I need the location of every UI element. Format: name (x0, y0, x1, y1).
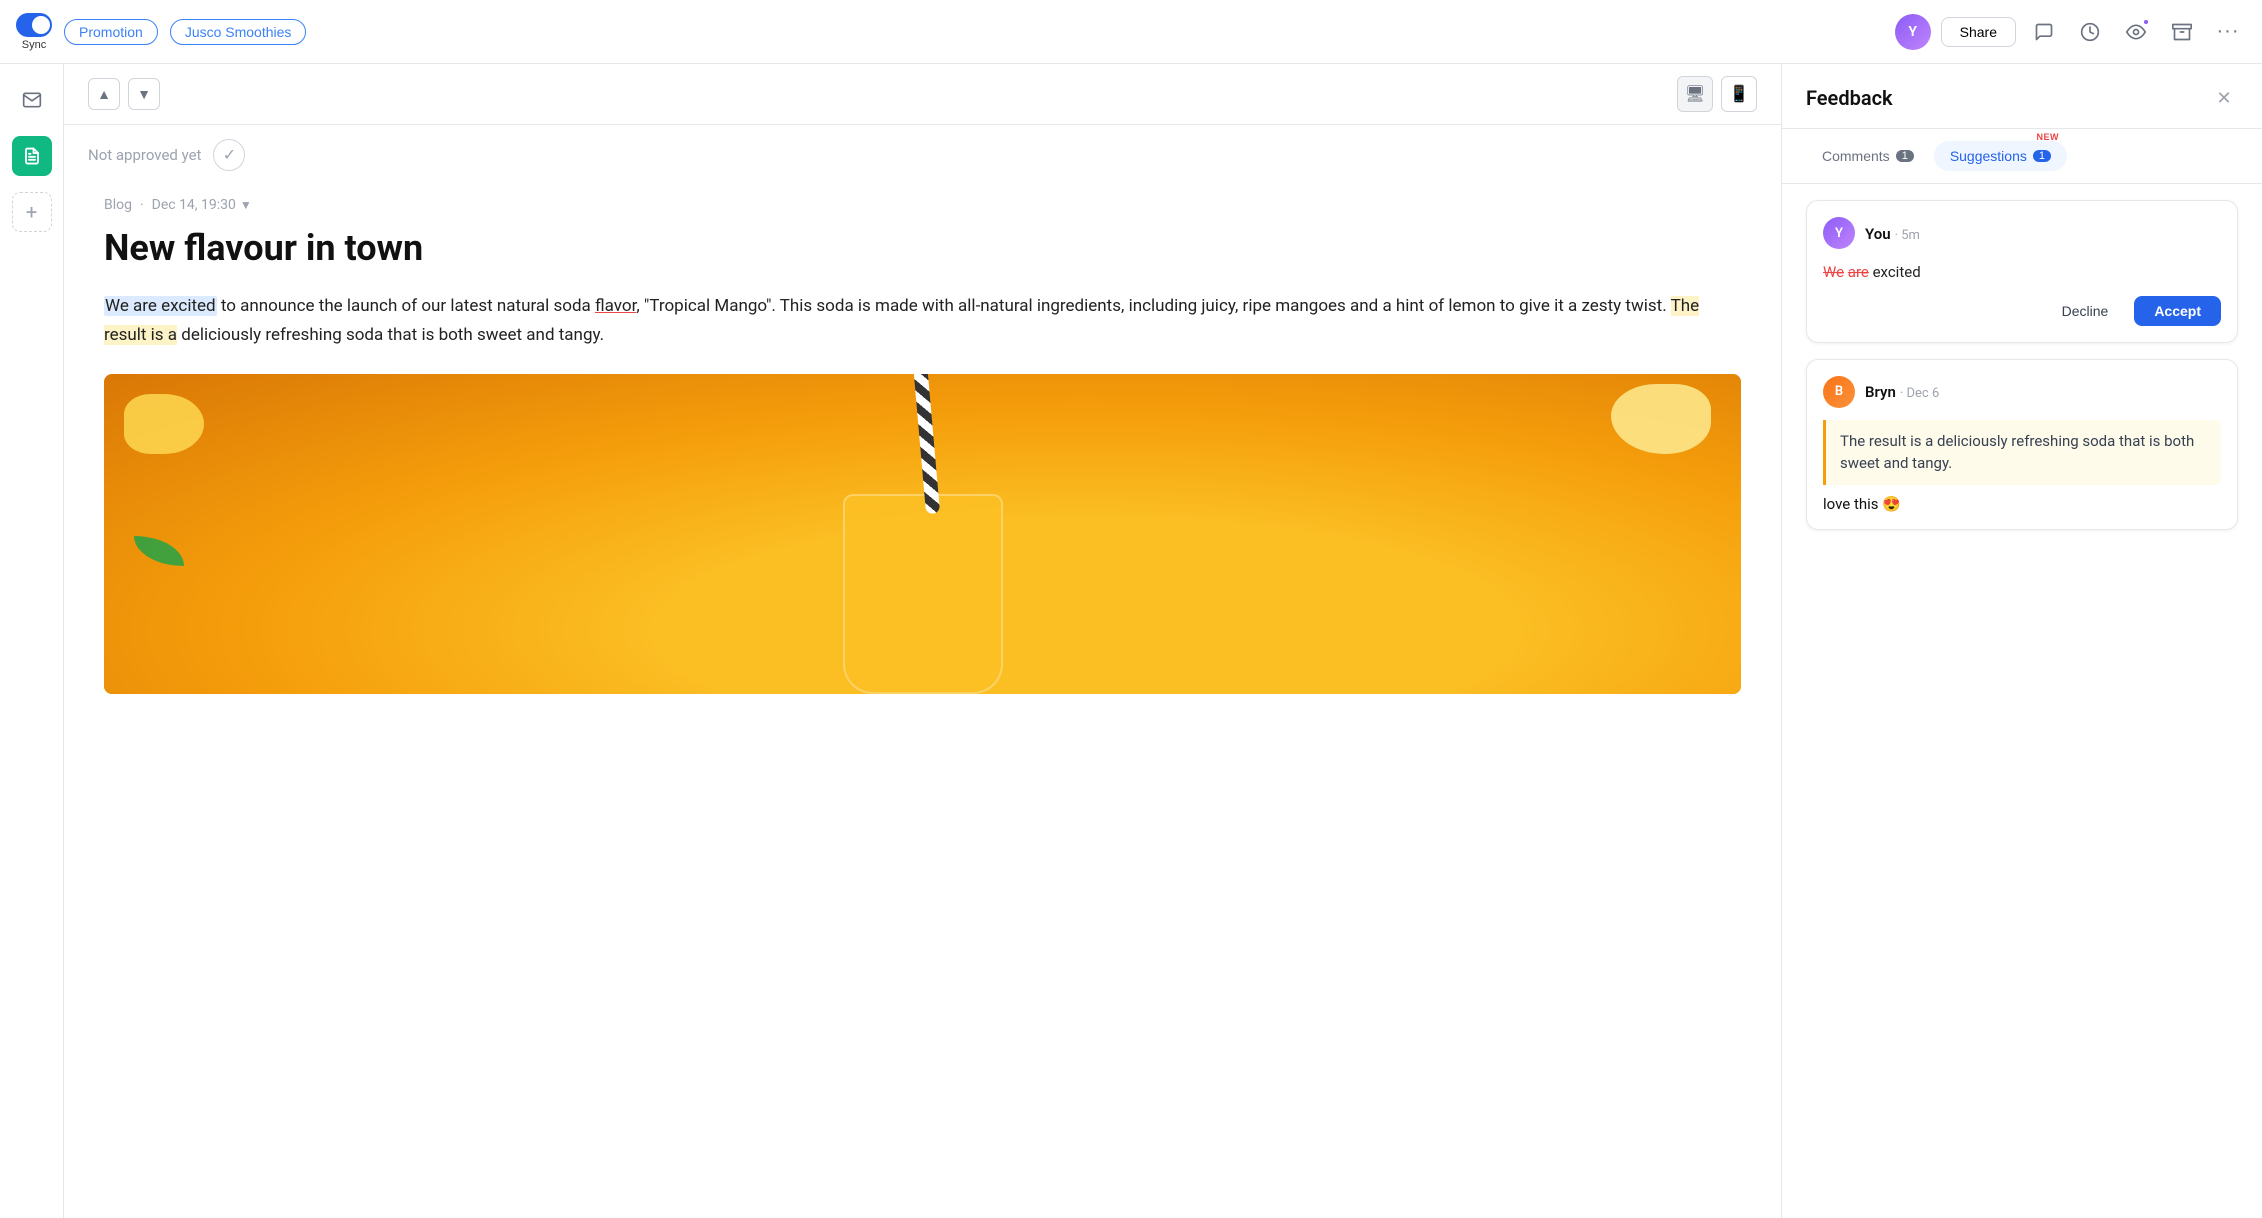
clock-icon-button[interactable] (2072, 14, 2108, 50)
tab-comments[interactable]: Comments 1 (1806, 141, 1930, 171)
sync-button[interactable]: Sync (16, 13, 52, 51)
inbox-icon-button[interactable] (2164, 14, 2200, 50)
chevron-up-icon: ▲ (97, 86, 111, 102)
sidebar-mail-icon[interactable] (12, 80, 52, 120)
comment-body: love this 😍 (1823, 495, 2221, 513)
sidebar: + (0, 64, 64, 1218)
suggestion-text: We are excited (1823, 261, 2221, 284)
panel-tabs: Comments 1 Suggestions 1 NEW (1782, 129, 2262, 184)
ellipsis-icon: ··· (2217, 20, 2240, 43)
approval-check-button[interactable]: ✓ (213, 139, 245, 171)
suggestions-tab-wrapper: Suggestions 1 NEW (1950, 148, 2051, 164)
topbar: Sync Promotion Jusco Smoothies Y Share ·… (0, 0, 2262, 64)
panel-header: Feedback ✕ (1782, 64, 2262, 129)
underlined-word: flavor (595, 296, 636, 316)
toolbar-left: ▲ ▼ (88, 78, 160, 110)
doc-type: Blog (104, 197, 132, 213)
accept-button[interactable]: Accept (2134, 296, 2221, 326)
topbar-right: Y Share ··· (1895, 14, 2246, 50)
sync-label: Sync (22, 39, 46, 51)
promotion-tag[interactable]: Promotion (64, 19, 158, 45)
share-button[interactable]: Share (1941, 17, 2016, 47)
comment-header: B Bryn · Dec 6 (1823, 376, 2221, 408)
comments-badge: 1 (1896, 150, 1914, 162)
tab-suggestions-label: Suggestions (1950, 148, 2027, 164)
notification-badge (2142, 18, 2150, 26)
chevron-down-icon: ▼ (137, 86, 151, 102)
doc-body: We are excited to announce the launch of… (104, 292, 1741, 694)
highlighted-sentence: The result is a (104, 296, 1699, 345)
mobile-icon: 📱 (1729, 84, 1749, 104)
nav-down-button[interactable]: ▼ (128, 78, 160, 110)
sidebar-add-button[interactable]: + (12, 192, 52, 232)
chat-icon-button[interactable] (2026, 14, 2062, 50)
doc-title: New flavour in town (104, 225, 1741, 272)
nav-up-button[interactable]: ▲ (88, 78, 120, 110)
highlighted-text: We are excited (104, 296, 217, 316)
doc-dropdown-icon: ▼ (240, 198, 252, 212)
suggestion-header: Y You · 5m (1823, 217, 2221, 249)
suggestion-avatar: Y (1823, 217, 1855, 249)
doc-date-dropdown[interactable]: Dec 14, 19:30 ▼ (152, 197, 252, 213)
suggestion-strikethrough2: are (1848, 263, 1869, 281)
side-panel: Feedback ✕ Comments 1 Suggestions 1 NEW … (1782, 64, 2262, 1218)
suggestion-card: Y You · 5m We are excited Decline Accept (1806, 200, 2238, 343)
tab-comments-label: Comments (1822, 148, 1890, 164)
panel-title: Feedback (1806, 86, 1893, 110)
editor-toolbar: ▲ ▼ 🖥 📱 (64, 64, 1781, 125)
comment-time: · Dec 6 (1900, 386, 1939, 401)
suggestion-strikethrough: We (1823, 263, 1844, 281)
sync-toggle-icon (16, 13, 52, 37)
check-icon: ✓ (223, 145, 236, 165)
comment-card: B Bryn · Dec 6 The result is a delicious… (1806, 359, 2238, 530)
document-wrapper: Blog · Dec 14, 19:30 ▼ New flavour in to… (64, 185, 1781, 1218)
doc-date: Dec 14, 19:30 (152, 197, 236, 213)
suggestions-badge: 1 (2033, 150, 2051, 162)
suggestion-actions: Decline Accept (1823, 296, 2221, 326)
desktop-view-button[interactable]: 🖥 (1677, 76, 1713, 112)
doc-image (104, 374, 1741, 694)
mobile-view-button[interactable]: 📱 (1721, 76, 1757, 112)
approval-bar: Not approved yet ✓ (64, 125, 1781, 185)
avatar[interactable]: Y (1895, 14, 1931, 50)
tab-suggestions[interactable]: Suggestions 1 NEW (1934, 141, 2067, 171)
jusco-tag[interactable]: Jusco Smoothies (170, 19, 307, 45)
more-options-button[interactable]: ··· (2210, 14, 2246, 50)
comment-avatar: B (1823, 376, 1855, 408)
suggestion-time: · 5m (1895, 228, 1920, 243)
panel-body: Y You · 5m We are excited Decline Accept (1782, 184, 2262, 1218)
decline-button[interactable]: Decline (2046, 296, 2125, 326)
approval-status: Not approved yet (88, 146, 201, 164)
comment-author: Bryn (1865, 383, 1896, 401)
suggestion-author: You (1865, 225, 1891, 243)
new-label: NEW (2037, 132, 2060, 142)
content-area: ▲ ▼ 🖥 📱 Not approved yet ✓ (64, 64, 1782, 1218)
toolbar-right: 🖥 📱 (1677, 76, 1757, 112)
panel-close-button[interactable]: ✕ (2210, 84, 2238, 112)
eye-icon-button[interactable] (2118, 14, 2154, 50)
desktop-icon: 🖥 (1685, 84, 1705, 104)
plus-icon: + (26, 200, 37, 224)
comment-quote: The result is a deliciously refreshing s… (1823, 420, 2221, 485)
sidebar-doc-icon[interactable] (12, 136, 52, 176)
main-layout: + ▲ ▼ 🖥 📱 (0, 64, 2262, 1218)
doc-meta: Blog · Dec 14, 19:30 ▼ (104, 185, 1741, 225)
